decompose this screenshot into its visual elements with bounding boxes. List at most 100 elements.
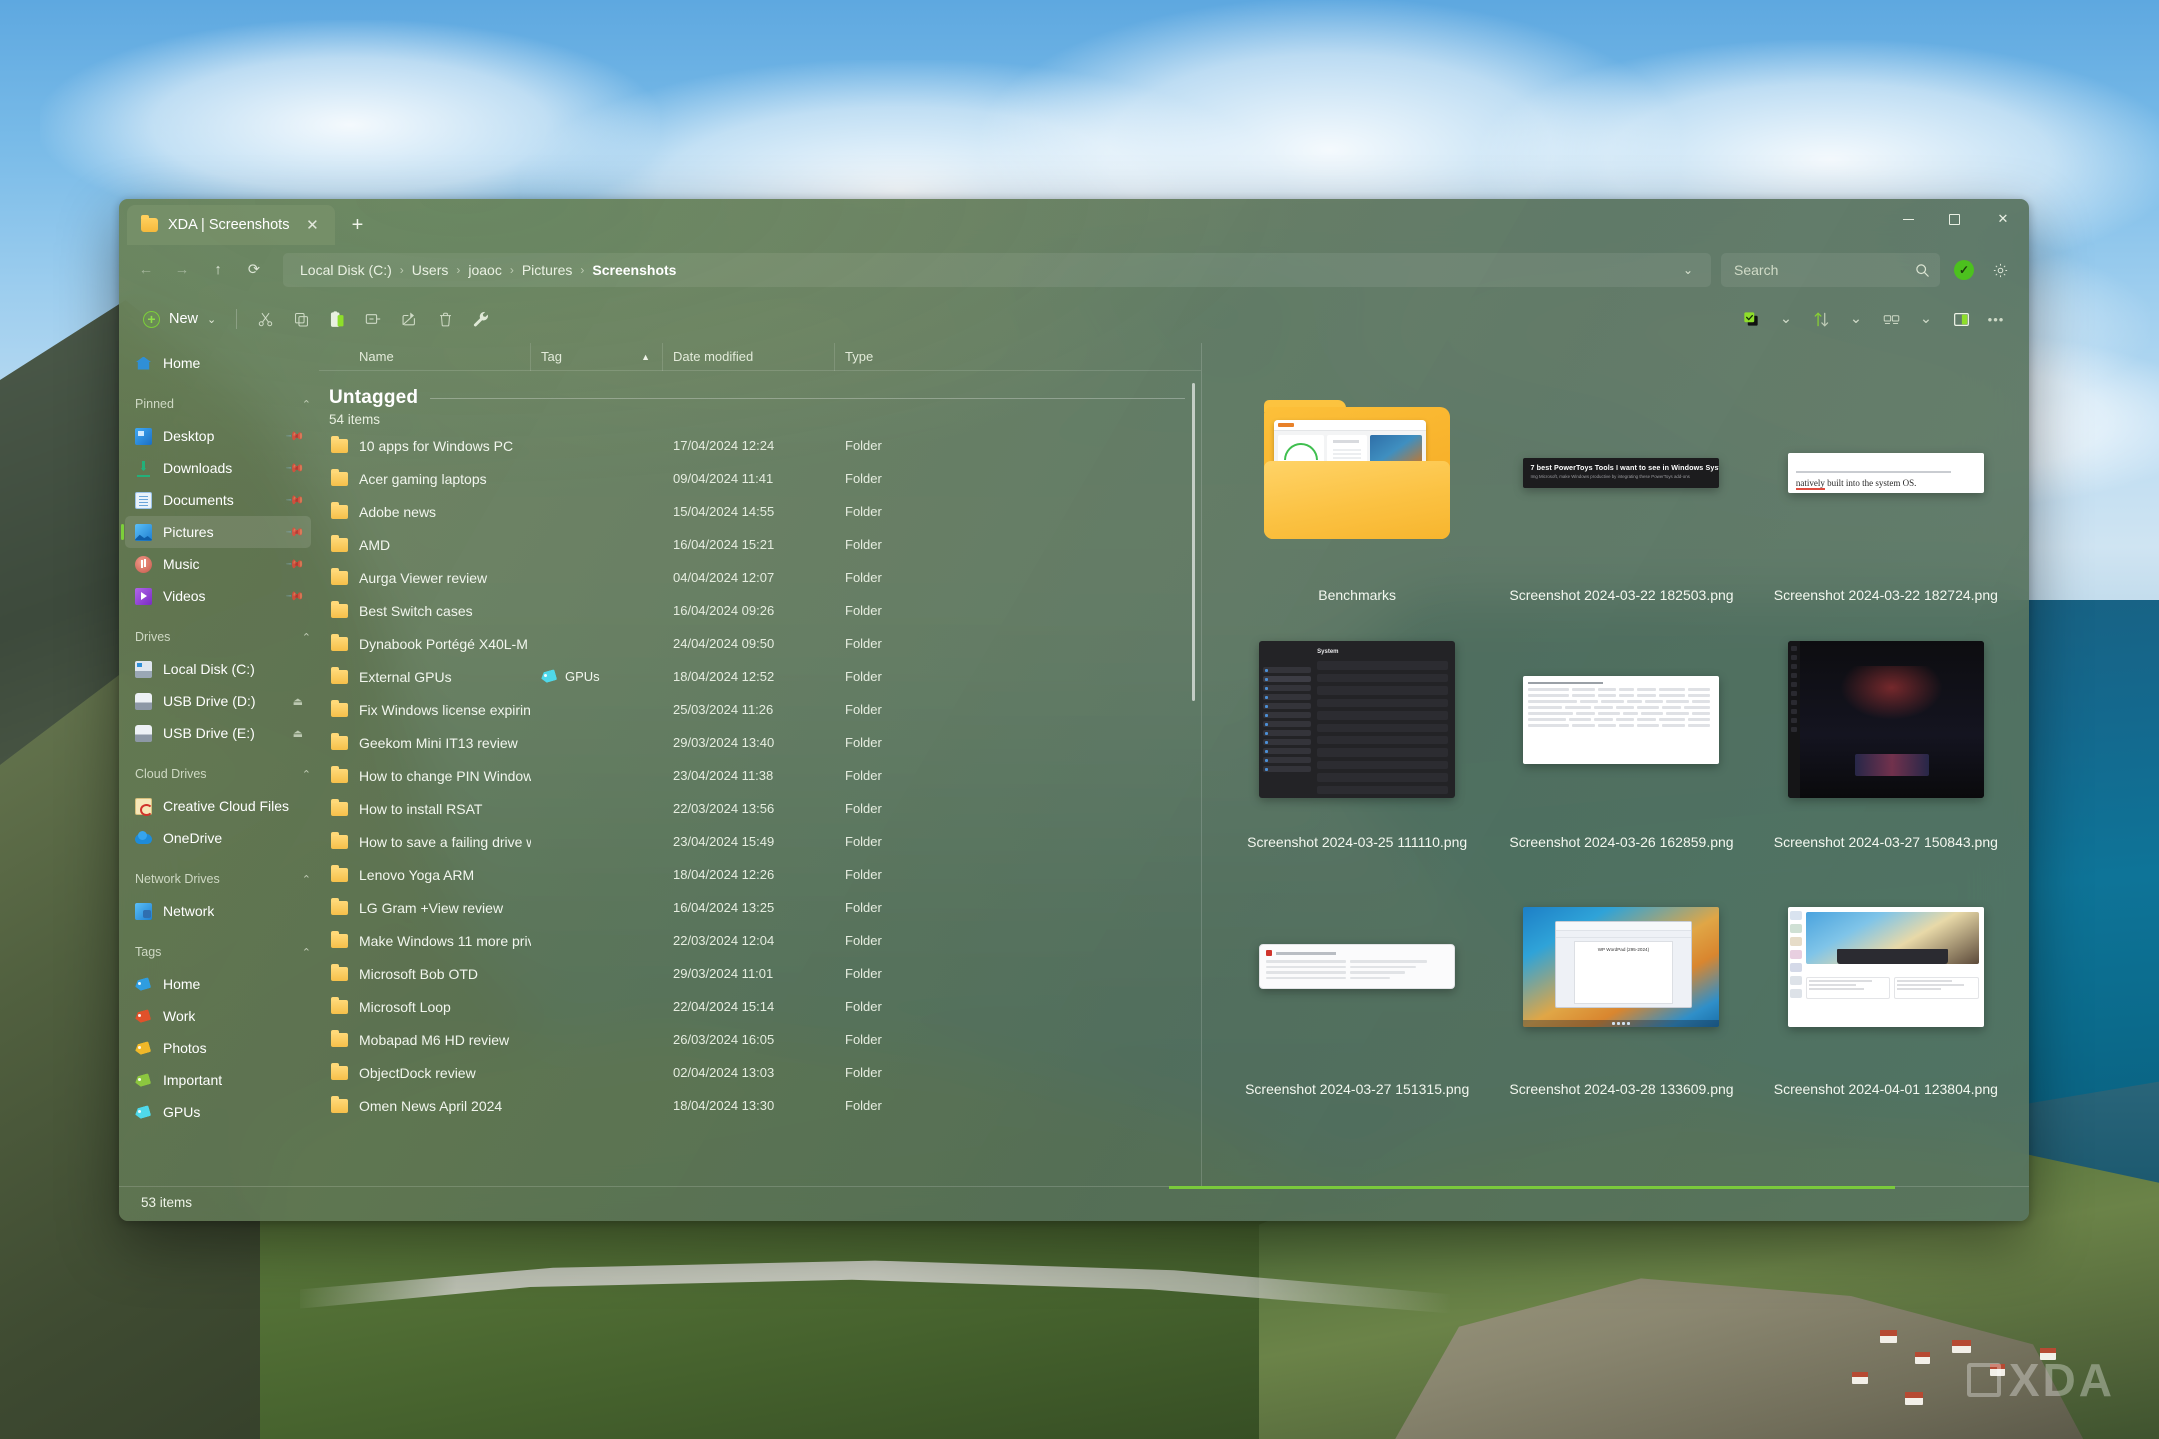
- thumbnail-item[interactable]: Screenshot 2024-03-27 151315.png: [1228, 855, 1486, 1098]
- sidebar-item-desktop[interactable]: Desktop 📌: [125, 420, 311, 452]
- search-box[interactable]: [1721, 253, 1940, 287]
- chevron-down-icon[interactable]: ⌄: [1673, 263, 1703, 277]
- column-header-type[interactable]: Type: [835, 343, 1201, 371]
- sort-button[interactable]: [1804, 303, 1838, 335]
- sidebar-group-cloud-drives[interactable]: Cloud Drives ⌃: [135, 759, 311, 789]
- sidebar-item-creative-cloud-files[interactable]: Creative Cloud Files: [125, 790, 311, 822]
- breadcrumb-item-0[interactable]: Local Disk (C:): [295, 260, 397, 280]
- search-input[interactable]: [1734, 262, 1915, 278]
- table-row[interactable]: Mobapad M6 HD review 26/03/2024 16:05 Fold…: [319, 1023, 1201, 1056]
- column-header-name[interactable]: Name: [319, 342, 531, 371]
- table-row[interactable]: How to install RSAT 22/03/2024 13:56 Folde…: [319, 792, 1201, 825]
- sidebar-item-downloads[interactable]: Downloads 📌: [125, 452, 311, 484]
- sidebar-item-documents[interactable]: Documents 📌: [125, 484, 311, 516]
- maximize-button[interactable]: [1931, 199, 1977, 239]
- table-row[interactable]: Make Windows 11 more private 22/03/2024 1…: [319, 924, 1201, 957]
- breadcrumb-item-4[interactable]: Screenshots: [587, 260, 681, 280]
- sidebar-item-tag-home[interactable]: Home: [125, 968, 311, 1000]
- thumbnail-item[interactable]: Screenshot 2024-04-01 123804.png: [1757, 855, 2015, 1098]
- close-window-button[interactable]: ✕: [1977, 199, 2029, 239]
- thumbnail-item[interactable]: natively built into the system OS. Scree…: [1757, 361, 2015, 604]
- sidebar-item-home[interactable]: Home: [125, 347, 311, 379]
- sidebar-item-tag-gpus[interactable]: GPUs: [125, 1096, 311, 1128]
- thumbnail-item[interactable]: Screenshot 2024-03-27 150843.png: [1757, 608, 2015, 851]
- thumbnail-item[interactable]: 3 809 Benchmarks: [1228, 361, 1486, 604]
- preview-pane-button[interactable]: [1944, 303, 1978, 335]
- sidebar-item-videos[interactable]: Videos 📌: [125, 580, 311, 612]
- sidebar-group-pinned[interactable]: Pinned ⌃: [135, 389, 311, 419]
- table-row[interactable]: Acer gaming laptops 09/04/2024 11:41 Folde…: [319, 462, 1201, 495]
- select-button[interactable]: [1734, 303, 1768, 335]
- table-row[interactable]: ObjectDock review 02/04/2024 13:03 Folder: [319, 1056, 1201, 1089]
- eject-icon[interactable]: ⏏: [293, 727, 303, 740]
- back-button[interactable]: ←: [129, 253, 163, 287]
- eject-icon[interactable]: ⏏: [293, 695, 303, 708]
- thumbnail-item[interactable]: System Screenshot 2024-03-25 111110.png: [1228, 608, 1486, 851]
- sidebar-item-onedrive[interactable]: OneDrive: [125, 822, 311, 854]
- chevron-up-icon[interactable]: ⌃: [302, 768, 311, 781]
- breadcrumb-item-3[interactable]: Pictures: [517, 260, 578, 280]
- thumbnail-item[interactable]: Screenshot 2024-03-26 162859.png: [1492, 608, 1750, 851]
- sort-chevron-icon[interactable]: ⌄: [1839, 303, 1873, 335]
- gear-icon[interactable]: [1983, 253, 2017, 287]
- select-chevron-icon[interactable]: ⌄: [1769, 303, 1803, 335]
- table-row[interactable]: LG Gram +View review 16/04/2024 13:25 Fold…: [319, 891, 1201, 924]
- view-chevron-icon[interactable]: ⌄: [1909, 303, 1943, 335]
- breadcrumb-item-2[interactable]: joaoc: [463, 260, 506, 280]
- close-tab-icon[interactable]: ✕: [299, 212, 325, 238]
- delete-button[interactable]: [428, 303, 462, 335]
- sidebar-group-tags[interactable]: Tags ⌃: [135, 937, 311, 967]
- sidebar-item-local-disk-c[interactable]: Local Disk (C:): [125, 653, 311, 685]
- chevron-up-icon[interactable]: ⌃: [302, 398, 311, 411]
- rename-button[interactable]: [356, 303, 390, 335]
- thumbnail-item[interactable]: WP WordPad (295-2024) Screenshot 2024-03…: [1492, 855, 1750, 1098]
- minimize-button[interactable]: [1885, 199, 1931, 239]
- table-row[interactable]: Fix Windows license expiring soon 25/03/2…: [319, 693, 1201, 726]
- thumbnail-item[interactable]: 7 best PowerToys Tools I want to see in …: [1492, 361, 1750, 604]
- pin-icon[interactable]: 📌: [285, 458, 305, 478]
- sidebar-item-tag-photos[interactable]: Photos: [125, 1032, 311, 1064]
- sidebar-item-usb-drive-d[interactable]: USB Drive (D:) ⏏: [125, 685, 311, 717]
- table-row[interactable]: Adobe news 15/04/2024 14:55 Folder: [319, 495, 1201, 528]
- up-button[interactable]: ↑: [201, 253, 235, 287]
- pin-icon[interactable]: 📌: [285, 490, 305, 510]
- table-row[interactable]: Geekom Mini IT13 review 29/03/2024 13:40 F…: [319, 726, 1201, 759]
- sidebar-item-tag-work[interactable]: Work: [125, 1000, 311, 1032]
- view-button[interactable]: [1874, 303, 1908, 335]
- more-options-button[interactable]: •••: [1979, 303, 2013, 335]
- table-row[interactable]: External GPUs GPUs 18/04/2024 12:52 Folder: [319, 660, 1201, 693]
- column-header-date-modified[interactable]: Date modified: [663, 342, 835, 371]
- column-header-tag[interactable]: Tag ▲: [531, 342, 663, 371]
- table-row[interactable]: Microsoft Loop 22/04/2024 15:14 Folder: [319, 990, 1201, 1023]
- pin-icon[interactable]: 📌: [285, 426, 305, 446]
- chevron-down-icon[interactable]: ⌄: [207, 313, 216, 326]
- share-button[interactable]: [392, 303, 426, 335]
- chevron-up-icon[interactable]: ⌃: [302, 631, 311, 644]
- pin-icon[interactable]: 📌: [285, 554, 305, 574]
- sidebar-item-pictures[interactable]: Pictures 📌: [121, 516, 311, 548]
- table-row[interactable]: Best Switch cases 16/04/2024 09:26 Folder: [319, 594, 1201, 627]
- pin-icon[interactable]: 📌: [285, 522, 305, 542]
- chevron-up-icon[interactable]: ⌃: [302, 946, 311, 959]
- properties-button[interactable]: [464, 303, 498, 335]
- sidebar-item-music[interactable]: Music 📌: [125, 548, 311, 580]
- sidebar-group-drives[interactable]: Drives ⌃: [135, 622, 311, 652]
- table-row[interactable]: 10 apps for Windows PC 17/04/2024 12:24 Fo…: [319, 429, 1201, 462]
- table-row[interactable]: Dynabook Portégé X40L-M 24/04/2024 09:50 F…: [319, 627, 1201, 660]
- paste-button[interactable]: [320, 303, 354, 335]
- sync-status-icon[interactable]: ✓: [1954, 260, 1974, 280]
- breadcrumb-item-1[interactable]: Users: [407, 260, 454, 280]
- table-row[interactable]: How to change PIN Windows 11 23/04/2024 1…: [319, 759, 1201, 792]
- table-row[interactable]: Microsoft Bob OTD 29/03/2024 11:01 Folder: [319, 957, 1201, 990]
- new-button[interactable]: + New ⌄: [137, 303, 225, 335]
- tab-xda-screenshots[interactable]: XDA | Screenshots ✕: [127, 205, 336, 245]
- pin-icon[interactable]: 📌: [285, 586, 305, 606]
- sidebar-group-network-drives[interactable]: Network Drives ⌃: [135, 864, 311, 894]
- chevron-up-icon[interactable]: ⌃: [302, 873, 311, 886]
- copy-button[interactable]: [284, 303, 318, 335]
- cut-button[interactable]: [248, 303, 282, 335]
- table-row[interactable]: Omen News April 2024 18/04/2024 13:30 Fold…: [319, 1089, 1201, 1122]
- sidebar-item-network[interactable]: Network: [125, 895, 311, 927]
- breadcrumb[interactable]: Local Disk (C:) › Users › joaoc › Pictur…: [283, 253, 1711, 287]
- table-row[interactable]: AMD 16/04/2024 15:21 Folder: [319, 528, 1201, 561]
